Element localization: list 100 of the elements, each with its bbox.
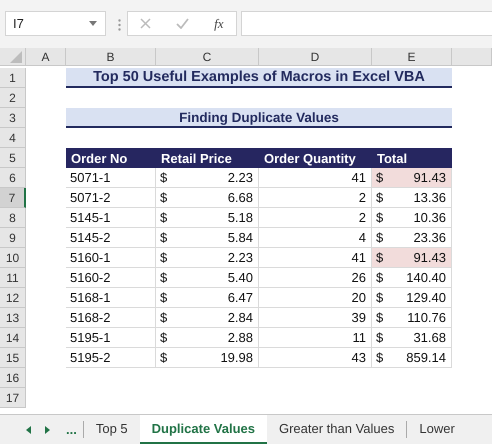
table-cell: 5071-1 xyxy=(66,168,156,188)
row-header[interactable]: 6 xyxy=(0,168,26,188)
currency-symbol: $ xyxy=(376,290,384,305)
dropdown-icon xyxy=(89,21,97,26)
currency-symbol: $ xyxy=(160,350,168,365)
total-value: 110.76 xyxy=(407,310,446,325)
row-header[interactable]: 3 xyxy=(0,108,26,128)
row-header[interactable]: 13 xyxy=(0,308,26,328)
sheet-tab[interactable]: Greater than Values xyxy=(266,415,406,444)
column-heading: Retail Price xyxy=(156,148,259,168)
column-heading: Order Quantity xyxy=(259,148,372,168)
column-heading: Order No xyxy=(66,148,156,168)
row-header[interactable]: 17 xyxy=(0,388,26,408)
currency-symbol: $ xyxy=(376,230,384,245)
select-all-icon[interactable] xyxy=(10,51,22,63)
quantity-value: 11 xyxy=(352,330,366,345)
currency-symbol: $ xyxy=(160,250,168,265)
total-value: 129.40 xyxy=(406,290,446,305)
price-value: 5.84 xyxy=(228,230,253,245)
total-value: 91.43 xyxy=(413,170,446,185)
quantity-value: 39 xyxy=(352,310,366,325)
quantity-value: 26 xyxy=(352,270,366,285)
currency-symbol: $ xyxy=(160,330,168,345)
total-value: 13.36 xyxy=(413,190,446,205)
row-header[interactable]: 12 xyxy=(0,288,26,308)
total-value: 31.68 xyxy=(413,330,446,345)
insert-function-button[interactable]: fx xyxy=(214,16,224,32)
row-header[interactable]: 15 xyxy=(0,348,26,368)
quantity-value: 41 xyxy=(352,250,366,265)
currency-symbol: $ xyxy=(376,190,384,205)
currency-symbol: $ xyxy=(376,310,384,325)
currency-symbol: $ xyxy=(160,230,168,245)
row-header[interactable]: 11 xyxy=(0,268,26,288)
price-value: 19.98 xyxy=(220,350,253,365)
quantity-value: 2 xyxy=(358,190,366,205)
currency-symbol: $ xyxy=(376,210,384,225)
currency-symbol: $ xyxy=(160,290,168,305)
currency-symbol: $ xyxy=(160,170,168,185)
price-value: 6.47 xyxy=(228,290,253,305)
column-heading: Total xyxy=(372,148,452,168)
row-header[interactable]: 14 xyxy=(0,328,26,348)
price-value: 2.84 xyxy=(228,310,253,325)
column-header[interactable]: A xyxy=(26,48,66,66)
sheet-tab[interactable]: Top 5 xyxy=(84,415,140,444)
row-header[interactable]: 7 xyxy=(0,188,26,208)
table-cell: 5195-1 xyxy=(66,328,156,348)
next-sheet-icon[interactable] xyxy=(45,426,50,434)
cancel-icon[interactable] xyxy=(140,18,152,29)
row-header[interactable]: 16 xyxy=(0,368,26,388)
previous-sheet-icon[interactable] xyxy=(26,426,31,434)
total-value: 23.36 xyxy=(413,230,446,245)
table-cell: 5160-2 xyxy=(66,268,156,288)
price-value: 5.40 xyxy=(228,270,253,285)
name-box[interactable]: I7 xyxy=(5,11,106,36)
column-header[interactable] xyxy=(452,48,492,66)
total-value: 10.36 xyxy=(413,210,446,225)
total-value: 859.14 xyxy=(406,350,446,365)
currency-symbol: $ xyxy=(376,250,384,265)
price-value: 2.23 xyxy=(228,250,253,265)
quantity-value: 20 xyxy=(352,290,366,305)
currency-symbol: $ xyxy=(376,170,384,185)
price-value: 5.18 xyxy=(228,210,253,225)
formula-input[interactable] xyxy=(241,11,492,36)
quantity-value: 4 xyxy=(358,230,366,245)
price-value: 2.88 xyxy=(228,330,253,345)
row-header[interactable]: 4 xyxy=(0,128,26,148)
table-cell: 5168-1 xyxy=(66,288,156,308)
currency-symbol: $ xyxy=(160,190,168,205)
row-header[interactable]: 5 xyxy=(0,148,26,168)
sheet-tab[interactable]: Lower xyxy=(407,415,467,444)
table-cell: 5168-2 xyxy=(66,308,156,328)
row-header[interactable]: 10 xyxy=(0,248,26,268)
row-header[interactable]: 8 xyxy=(0,208,26,228)
grip-icon xyxy=(118,19,121,31)
currency-symbol: $ xyxy=(376,350,384,365)
table-cell: 5145-2 xyxy=(66,228,156,248)
total-value: 140.40 xyxy=(406,270,446,285)
column-header[interactable]: C xyxy=(156,48,259,66)
sheet-tab[interactable]: Duplicate Values xyxy=(140,415,267,444)
currency-symbol: $ xyxy=(376,270,384,285)
currency-symbol: $ xyxy=(160,310,168,325)
currency-symbol: $ xyxy=(160,270,168,285)
price-value: 2.23 xyxy=(228,170,253,185)
price-value: 6.68 xyxy=(228,190,253,205)
table-cell: 5071-2 xyxy=(66,188,156,208)
row-header[interactable]: 2 xyxy=(0,88,26,108)
currency-symbol: $ xyxy=(160,210,168,225)
currency-symbol: $ xyxy=(376,330,384,345)
table-cell: 5195-2 xyxy=(66,348,156,368)
check-icon[interactable] xyxy=(176,18,190,29)
column-header[interactable]: B xyxy=(66,48,156,66)
column-header[interactable]: D xyxy=(259,48,372,66)
row-header[interactable]: 9 xyxy=(0,228,26,248)
column-header[interactable]: E xyxy=(372,48,452,66)
row-header[interactable]: 1 xyxy=(0,68,26,88)
more-sheets-button[interactable]: ... xyxy=(66,422,77,437)
sheet-title: Top 50 Useful Examples of Macros in Excel VBA xyxy=(66,68,452,88)
quantity-value: 43 xyxy=(352,350,366,365)
quantity-value: 41 xyxy=(352,170,366,185)
quantity-value: 2 xyxy=(358,210,366,225)
